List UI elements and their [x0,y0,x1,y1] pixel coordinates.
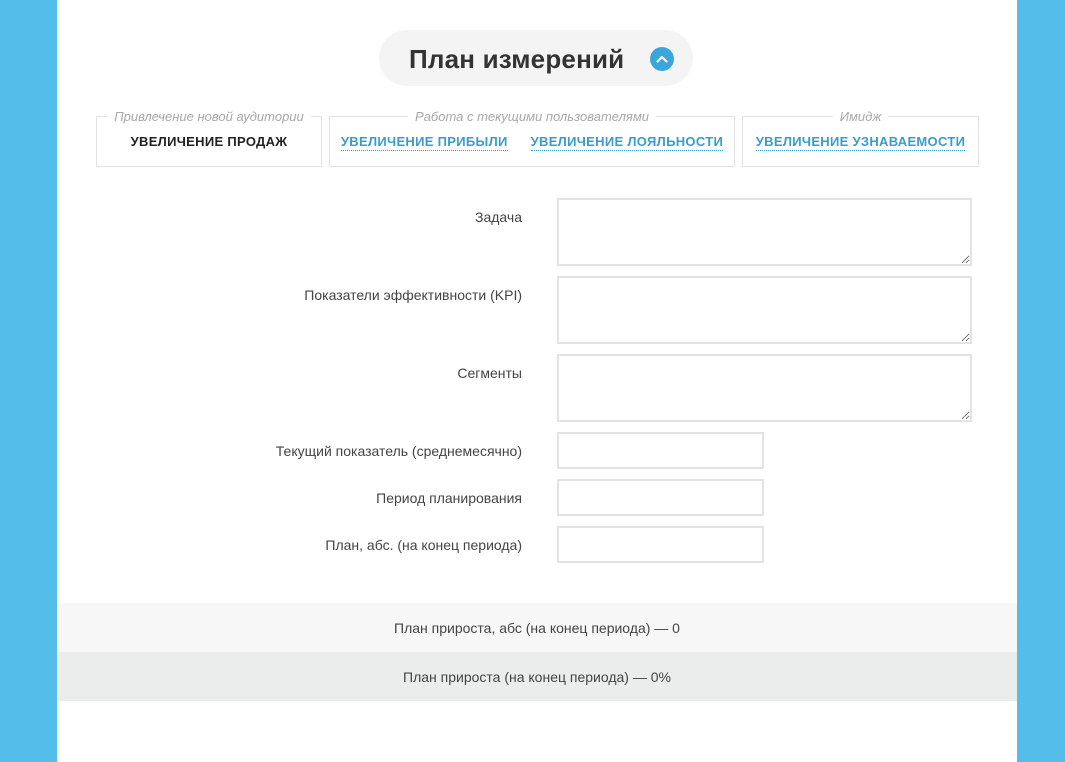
collapse-button[interactable] [650,47,674,71]
plan-abs-label: План, абс. (на конец периода) [325,537,522,553]
segments-label: Сегменты [457,365,522,381]
current-metric-label: Текущий показатель (среднемесячно) [275,443,522,459]
measurement-plan-card: План измерений Привлечение новой аудитор… [57,0,1017,762]
title-pill: План измерений [379,30,693,86]
goal-option-increase-profit[interactable]: УВЕЛИЧЕНИЕ ПРИБЫЛИ [340,134,508,151]
goal-group-image: Имидж УВЕЛИЧЕНИЕ УЗНАВАЕМОСТИ [742,109,979,167]
page-title: План измерений [409,44,625,74]
growth-abs-result: План прироста, абс (на конец периода) — … [57,603,1017,652]
task-label: Задача [475,209,522,225]
goal-group-current-users: Работа с текущими пользователями УВЕЛИЧЕ… [329,109,735,167]
planning-period-label: Период планирования [376,490,522,506]
kpi-label: Показатели эффективности (KPI) [304,287,522,303]
current-metric-field[interactable] [557,432,764,469]
growth-percent-result: План прироста (на конец периода) — 0% [57,652,1017,701]
group-legend: Привлечение новой аудитории [107,109,311,124]
segments-field[interactable] [557,354,972,422]
goal-option-increase-loyalty[interactable]: УВЕЛИЧЕНИЕ ЛОЯЛЬНОСТИ [530,134,724,151]
goal-option-increase-awareness[interactable]: УВЕЛИЧЕНИЕ УЗНАВАЕМОСТИ [755,134,966,151]
task-field[interactable] [557,198,972,266]
group-legend: Имидж [832,109,889,124]
group-legend: Работа с текущими пользователями [408,109,656,124]
goal-group-new-audience: Привлечение новой аудитории УВЕЛИЧЕНИЕ П… [96,109,322,167]
kpi-field[interactable] [557,276,972,344]
chevron-up-icon [656,55,668,63]
plan-abs-field[interactable] [557,526,764,563]
planning-period-field[interactable] [557,479,764,516]
goal-option-increase-sales[interactable]: УВЕЛИЧЕНИЕ ПРОДАЖ [131,134,288,149]
